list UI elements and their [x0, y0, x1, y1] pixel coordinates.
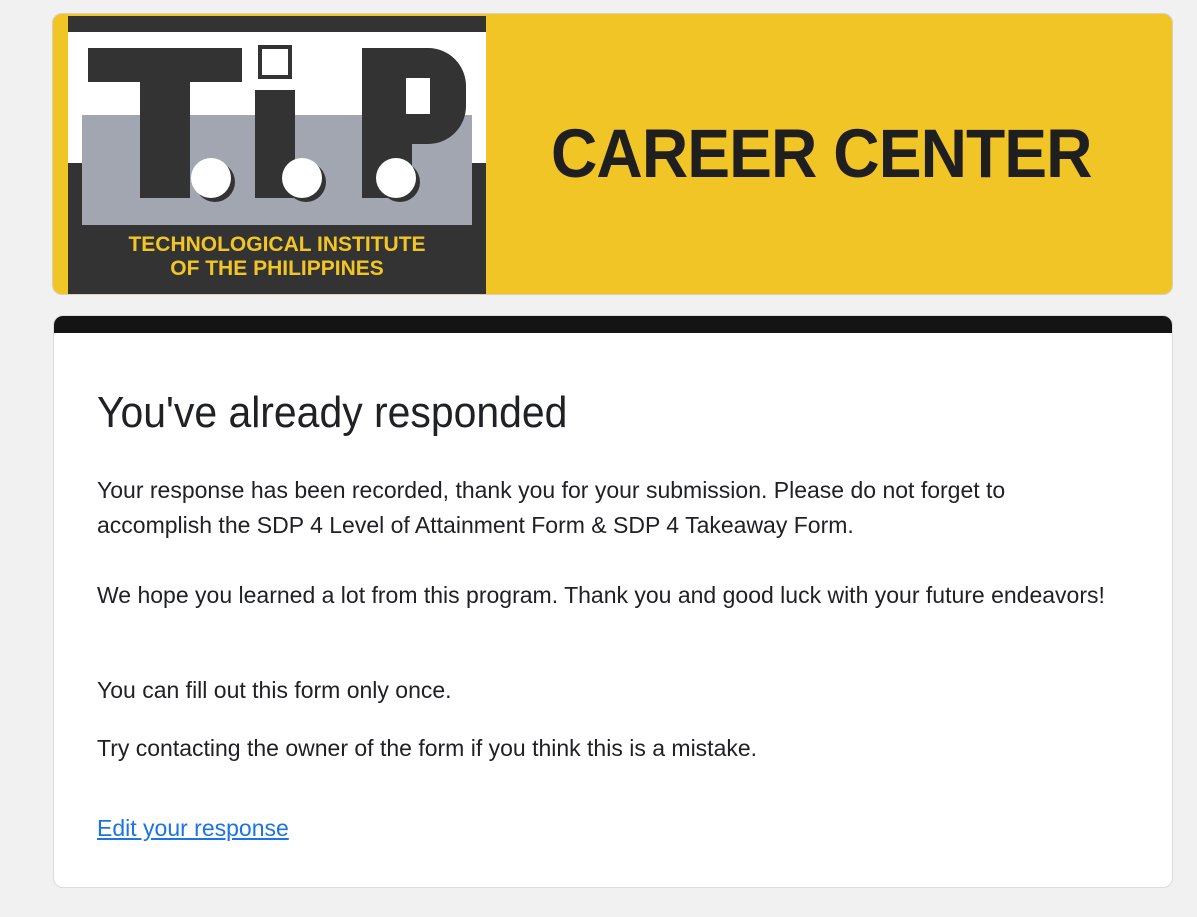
banner-title: CAREER CENTER [551, 115, 1092, 192]
only-once-notice: You can fill out this form only once. [97, 677, 452, 703]
edit-response-link[interactable]: Edit your response [97, 811, 289, 846]
tip-logo: TECHNOLOGICAL INSTITUTE OF THE PHILIPPIN… [68, 16, 486, 294]
page-title: You've already responded [97, 388, 568, 437]
logo-text-line-2: OF THE PHILIPPINES [170, 257, 384, 280]
card-top-bar [54, 316, 1172, 333]
confirmation-card: You've already responded Your response h… [53, 315, 1173, 888]
confirmation-message: Your response has been recorded, thank y… [97, 477, 1006, 538]
logo-text-line-1: TECHNOLOGICAL INSTITUTE [128, 233, 426, 256]
contact-owner-notice: Try contacting the owner of the form if … [97, 735, 758, 761]
thank-you-message: We hope you learned a lot from this prog… [97, 582, 1105, 608]
header-banner: TECHNOLOGICAL INSTITUTE OF THE PHILIPPIN… [52, 13, 1173, 295]
